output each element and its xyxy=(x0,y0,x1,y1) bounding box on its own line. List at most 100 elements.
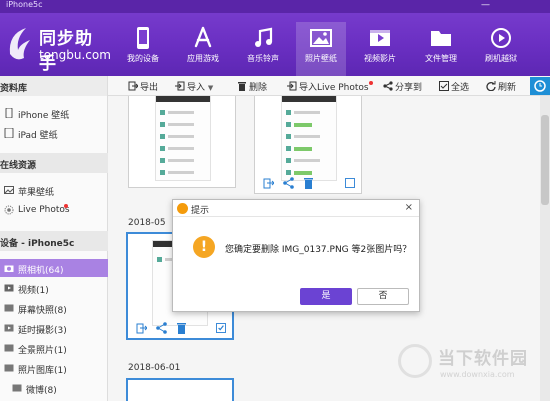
sidebar-item-ipad-wallpaper[interactable]: iPad 壁纸 xyxy=(0,124,108,142)
import-button[interactable]: 导入 ▼ xyxy=(175,80,213,93)
phone-icon xyxy=(137,27,149,49)
photo-preview xyxy=(281,96,337,181)
nav-label: 视频影片 xyxy=(364,54,396,63)
nav-music-ringtones[interactable]: 音乐铃声 xyxy=(238,22,288,76)
import-label: 导入 xyxy=(187,83,206,93)
select-checkbox[interactable] xyxy=(345,178,355,188)
sidebar-item-live-photos[interactable]: Live Photos xyxy=(0,201,108,219)
live-photo-icon xyxy=(4,205,14,215)
nav-label: 音乐铃声 xyxy=(247,54,279,63)
nav-photos-wallpapers[interactable]: 照片壁纸 xyxy=(296,22,346,76)
trash-icon xyxy=(238,82,246,91)
date-group-label: 2018-05 xyxy=(128,218,166,228)
library-icon xyxy=(4,364,14,372)
scrollbar-thumb[interactable] xyxy=(541,115,549,205)
nav-flash-jailbreak[interactable]: 刷机越狱 xyxy=(476,22,526,76)
clock-icon xyxy=(534,80,546,92)
export-icon[interactable] xyxy=(263,177,274,189)
folder-icon xyxy=(431,31,451,46)
sidebar-item-label: 苹果壁纸 xyxy=(18,188,55,198)
section-device: 设备 - iPhone5c xyxy=(0,231,108,251)
nav-label: 照片壁纸 xyxy=(305,54,337,63)
sidebar-item-label: 延时摄影(3) xyxy=(18,326,67,336)
thumbnail-actions xyxy=(128,322,232,336)
dialog-titlebar: 提示 × xyxy=(173,200,419,217)
select-all-label: 全选 xyxy=(451,83,470,93)
export-icon[interactable] xyxy=(136,322,147,334)
checked-checkbox-icon[interactable] xyxy=(216,323,226,333)
brand-domain: tongbu.com xyxy=(39,48,111,62)
photo-thumbnail[interactable] xyxy=(126,378,234,401)
nav-label: 刷机越狱 xyxy=(485,54,517,63)
yes-button[interactable]: 是 xyxy=(300,288,352,305)
sidebar-item-apple-wallpaper[interactable]: 苹果壁纸 xyxy=(0,181,108,199)
sidebar: iPhone 壁纸 iPad 壁纸 在线资源 苹果壁纸 Live Photos … xyxy=(0,96,108,401)
share-icon[interactable] xyxy=(156,322,167,334)
photo-thumbnail[interactable] xyxy=(128,96,236,188)
select-all-button[interactable]: 全选 xyxy=(439,80,469,93)
close-icon[interactable]: × xyxy=(405,202,413,213)
flash-icon xyxy=(491,28,511,48)
trash-icon[interactable] xyxy=(303,177,314,189)
screenshot-icon xyxy=(4,304,14,312)
nav-file-manager[interactable]: 文件管理 xyxy=(416,22,466,76)
view-toggle-button[interactable] xyxy=(530,77,550,95)
share-icon[interactable] xyxy=(283,177,294,189)
sidebar-item-label: Live Photos xyxy=(18,205,70,215)
sidebar-item-label: 微博(8) xyxy=(26,386,57,396)
trash-icon[interactable] xyxy=(176,322,187,334)
section-label: 设备 - iPhone5c xyxy=(0,239,75,249)
sidebar-item-label: iPad 壁纸 xyxy=(18,131,58,141)
export-button[interactable]: 导出 xyxy=(128,80,158,93)
export-label: 导出 xyxy=(140,83,159,93)
sidebar-item-label: 照片图库(1) xyxy=(18,366,67,376)
sidebar-item-photo-library[interactable]: 照片图库(1) xyxy=(0,359,108,377)
logo-icon xyxy=(9,28,31,60)
sidebar-item-timelapse[interactable]: 延时摄影(3) xyxy=(0,319,108,337)
vertical-scrollbar[interactable] xyxy=(540,96,550,401)
nav-label: 文件管理 xyxy=(425,54,457,63)
brand-logo: 同步助手 tongbu.com xyxy=(6,18,111,74)
music-icon xyxy=(255,27,273,47)
nav-apps-games[interactable]: 应用游戏 xyxy=(178,22,228,76)
ipad-icon xyxy=(4,128,14,138)
iphone-icon xyxy=(5,108,13,118)
wallpaper-icon xyxy=(4,186,14,194)
sidebar-item-label: 视频(1) xyxy=(18,286,49,296)
window-controls[interactable]: — xyxy=(481,0,490,10)
sidebar-item-panorama[interactable]: 全景照片(1) xyxy=(0,339,108,357)
delete-button[interactable]: 删除 xyxy=(237,80,267,93)
app-header: iPhone5c — 同步助手 tongbu.com 我的设备 应用游戏 音乐铃… xyxy=(0,0,550,76)
nav-my-device[interactable]: 我的设备 xyxy=(118,22,168,76)
new-badge-icon xyxy=(64,204,68,208)
video-icon xyxy=(370,30,390,46)
nav-label: 应用游戏 xyxy=(187,54,219,63)
watermark-logo-icon xyxy=(398,344,432,378)
thumbnail-actions xyxy=(255,177,361,191)
sidebar-item-videos[interactable]: 视频(1) xyxy=(0,279,108,297)
sidebar-item-weibo-album[interactable]: 微博(8) xyxy=(0,379,108,397)
share-button[interactable]: 分享到 xyxy=(383,80,422,93)
refresh-button[interactable]: 刷新 xyxy=(486,80,516,93)
timelapse-icon xyxy=(4,324,14,332)
device-tab-label[interactable]: iPhone5c xyxy=(6,0,43,9)
no-button[interactable]: 否 xyxy=(357,288,409,305)
import-live-photos-button[interactable]: 导入Live Photos xyxy=(287,80,373,93)
section-label: 在线资源 xyxy=(0,161,37,171)
photo-thumbnail[interactable] xyxy=(254,96,362,194)
sidebar-item-iphone-wallpaper[interactable]: iPhone 壁纸 xyxy=(0,104,108,122)
toolbar: 资料库 导出 导入 ▼ 删除 导入Live Photos 分享到 全选 刷新 xyxy=(0,76,550,96)
dialog-message: 您确定要删除 IMG_0137.PNG 等2张图片吗？ xyxy=(225,245,412,255)
library-header-label: 资料库 xyxy=(0,84,28,94)
refresh-label: 刷新 xyxy=(498,83,517,93)
import-live-label: 导入Live Photos xyxy=(299,83,369,93)
app-store-icon xyxy=(194,26,212,48)
date-group-label: 2018-06-01 xyxy=(128,363,181,373)
sidebar-item-camera[interactable]: 照相机(64) xyxy=(0,259,108,277)
photo-preview xyxy=(155,96,211,181)
video-small-icon xyxy=(4,284,14,292)
sidebar-item-screenshots[interactable]: 屏幕快照(8) xyxy=(0,299,108,317)
sidebar-item-label: 屏幕快照(8) xyxy=(18,306,67,316)
share-icon xyxy=(383,81,393,91)
nav-videos[interactable]: 视频影片 xyxy=(355,22,405,76)
